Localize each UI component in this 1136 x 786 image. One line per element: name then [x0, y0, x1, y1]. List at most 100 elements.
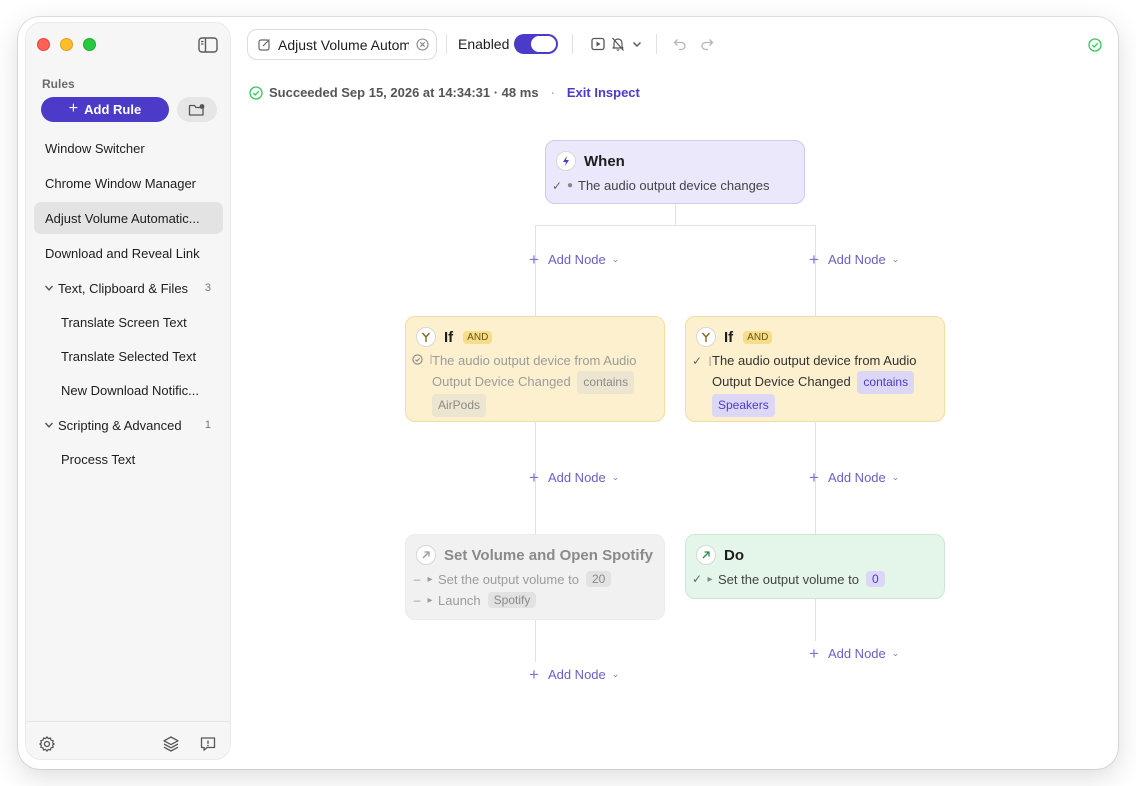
connector-line: [675, 204, 676, 226]
sidebar-group-label: Text, Clipboard & Files: [58, 280, 189, 296]
chevron-down-icon[interactable]: [629, 36, 645, 52]
action-node-title: Set Volume and Open Spotify: [444, 546, 653, 564]
zoom-window-button[interactable]: [83, 38, 96, 51]
plus-icon: +: [68, 99, 79, 117]
operator-chip[interactable]: contains: [577, 371, 635, 394]
connector-line: [815, 599, 816, 641]
sidebar-item-window-switcher[interactable]: Window Switcher: [34, 132, 223, 164]
success-check-icon: [249, 85, 263, 100]
toggle-knob: [531, 36, 556, 52]
sidebar-item-chrome-window-manager[interactable]: Chrome Window Manager: [34, 167, 223, 199]
set-volume-node[interactable]: Set Volume and Open Spotify – ▸ Set the …: [405, 534, 665, 620]
action-line: – ▸ Set the output volume to 20: [412, 571, 612, 587]
value-chip[interactable]: Speakers: [712, 394, 775, 417]
feedback-icon[interactable]: [199, 735, 217, 753]
toolbar-separator: [446, 34, 447, 54]
toolbar-separator: [656, 34, 657, 54]
run-test-icon[interactable]: [590, 36, 606, 52]
connector-line: [815, 225, 816, 316]
app-value-chip[interactable]: Spotify: [487, 592, 537, 608]
action-node-title: Do: [724, 546, 744, 564]
check-icon: ✓: [692, 572, 703, 586]
sidebar-item-download-reveal-link[interactable]: Download and Reveal Link: [34, 237, 223, 269]
condition-text: The audio output device from Audio Outpu…: [432, 350, 662, 417]
status-separator: ·: [550, 85, 555, 100]
sidebar-item-label: Process Text: [61, 451, 136, 467]
if-node-speakers[interactable]: If AND ✓ | The audio output device from …: [685, 316, 945, 422]
add-node-button[interactable]: + Add Node ⌄: [529, 666, 619, 683]
sidebar-item-new-download-notification[interactable]: New Download Notific...: [34, 374, 223, 406]
action-text: Set the output volume to: [718, 571, 859, 587]
sidebar-item-label: Adjust Volume Automatic...: [45, 210, 200, 226]
action-line: ✓ ▸ Set the output volume to 0: [692, 571, 885, 587]
bullet-icon: ●: [566, 180, 574, 191]
folder-badge-icon: [188, 103, 205, 116]
volume-value-chip[interactable]: 0: [865, 571, 885, 587]
add-node-button[interactable]: + Add Node ⌄: [529, 469, 619, 486]
condition-line-2: Output Device Changed: [712, 374, 851, 389]
redo-icon[interactable]: [699, 36, 715, 52]
enabled-toggle[interactable]: [514, 34, 558, 54]
add-node-button[interactable]: + Add Node ⌄: [809, 469, 899, 486]
sidebar-group-label: Scripting & Advanced: [58, 417, 182, 433]
add-node-button[interactable]: + Add Node ⌄: [529, 251, 619, 268]
value-chip[interactable]: AirPods: [432, 394, 487, 417]
action-node-header: Set Volume and Open Spotify: [416, 545, 653, 565]
toolbar-separator: [572, 34, 573, 54]
play-triangle-icon: ▸: [707, 573, 713, 585]
exit-inspect-link[interactable]: Exit Inspect: [567, 85, 640, 100]
action-text: Launch: [438, 592, 481, 608]
sidebar-item-label: New Download Notific...: [61, 382, 199, 398]
chevron-down-icon[interactable]: [44, 420, 54, 430]
arrow-up-right-icon: [696, 545, 716, 565]
add-node-button[interactable]: + Add Node ⌄: [809, 251, 899, 268]
add-rule-label: Add Rule: [84, 102, 142, 117]
play-triangle-icon: ▸: [427, 594, 433, 606]
volume-value-chip[interactable]: 20: [585, 571, 612, 587]
branch-icon: [696, 327, 716, 347]
enabled-label: Enabled: [458, 36, 510, 52]
if-node-header: If AND: [696, 327, 773, 347]
layers-icon[interactable]: [162, 735, 180, 753]
gear-icon[interactable]: [38, 735, 56, 753]
sidebar-item-translate-screen-text[interactable]: Translate Screen Text: [34, 306, 223, 338]
do-node[interactable]: Do ✓ ▸ Set the output volume to 0: [685, 534, 945, 599]
chevron-down-icon: ⌄: [891, 254, 900, 264]
clear-icon[interactable]: [416, 38, 429, 51]
check-icon: ✓: [692, 354, 703, 368]
sidebar-group-text-clipboard-files[interactable]: Text, Clipboard & Files 3: [34, 272, 223, 304]
play-triangle-icon: ▸: [427, 573, 433, 585]
if-node-airpods[interactable]: If AND | The audio output device from Au…: [405, 316, 665, 422]
add-rule-button[interactable]: + Add Rule: [41, 97, 169, 122]
edit-icon: [258, 39, 270, 51]
sidebar-toggle-icon[interactable]: [198, 37, 218, 53]
chevron-down-icon: ⌄: [611, 472, 620, 482]
when-trigger-text: The audio output device changes: [578, 178, 770, 193]
sidebar-item-label: Translate Selected Text: [61, 348, 197, 364]
operator-chip[interactable]: contains: [857, 371, 915, 394]
if-node-header: If AND: [416, 327, 493, 347]
add-node-label: Add Node: [547, 667, 606, 682]
success-check-icon: [1088, 38, 1102, 52]
when-node[interactable]: When ✓ ● The audio output device changes: [545, 140, 805, 204]
run-status-text: Succeeded Sep 15, 2026 at 14:34:31 · 48 …: [269, 85, 539, 100]
sidebar-item-translate-selected-text[interactable]: Translate Selected Text: [34, 340, 223, 372]
sidebar-divider: [26, 721, 230, 722]
minimize-window-button[interactable]: [60, 38, 73, 51]
chevron-down-icon[interactable]: [44, 283, 54, 293]
sidebar-item-process-text[interactable]: Process Text: [34, 443, 223, 475]
sidebar-group-scripting-advanced[interactable]: Scripting & Advanced 1: [34, 409, 223, 441]
dash-icon: –: [413, 572, 421, 586]
plus-icon: +: [809, 644, 819, 663]
new-folder-button[interactable]: [177, 97, 217, 122]
add-node-label: Add Node: [547, 252, 606, 267]
skipped-icon: [412, 354, 423, 365]
sidebar-item-adjust-volume[interactable]: Adjust Volume Automatic...: [34, 202, 223, 234]
plus-icon: +: [809, 250, 819, 269]
bell-slash-icon[interactable]: [610, 36, 626, 52]
add-node-button[interactable]: + Add Node ⌄: [809, 645, 899, 662]
check-icon: ✓: [552, 178, 563, 193]
rule-title-tab[interactable]: Adjust Volume Autom: [247, 29, 437, 60]
close-window-button[interactable]: [37, 38, 50, 51]
undo-icon[interactable]: [672, 36, 688, 52]
